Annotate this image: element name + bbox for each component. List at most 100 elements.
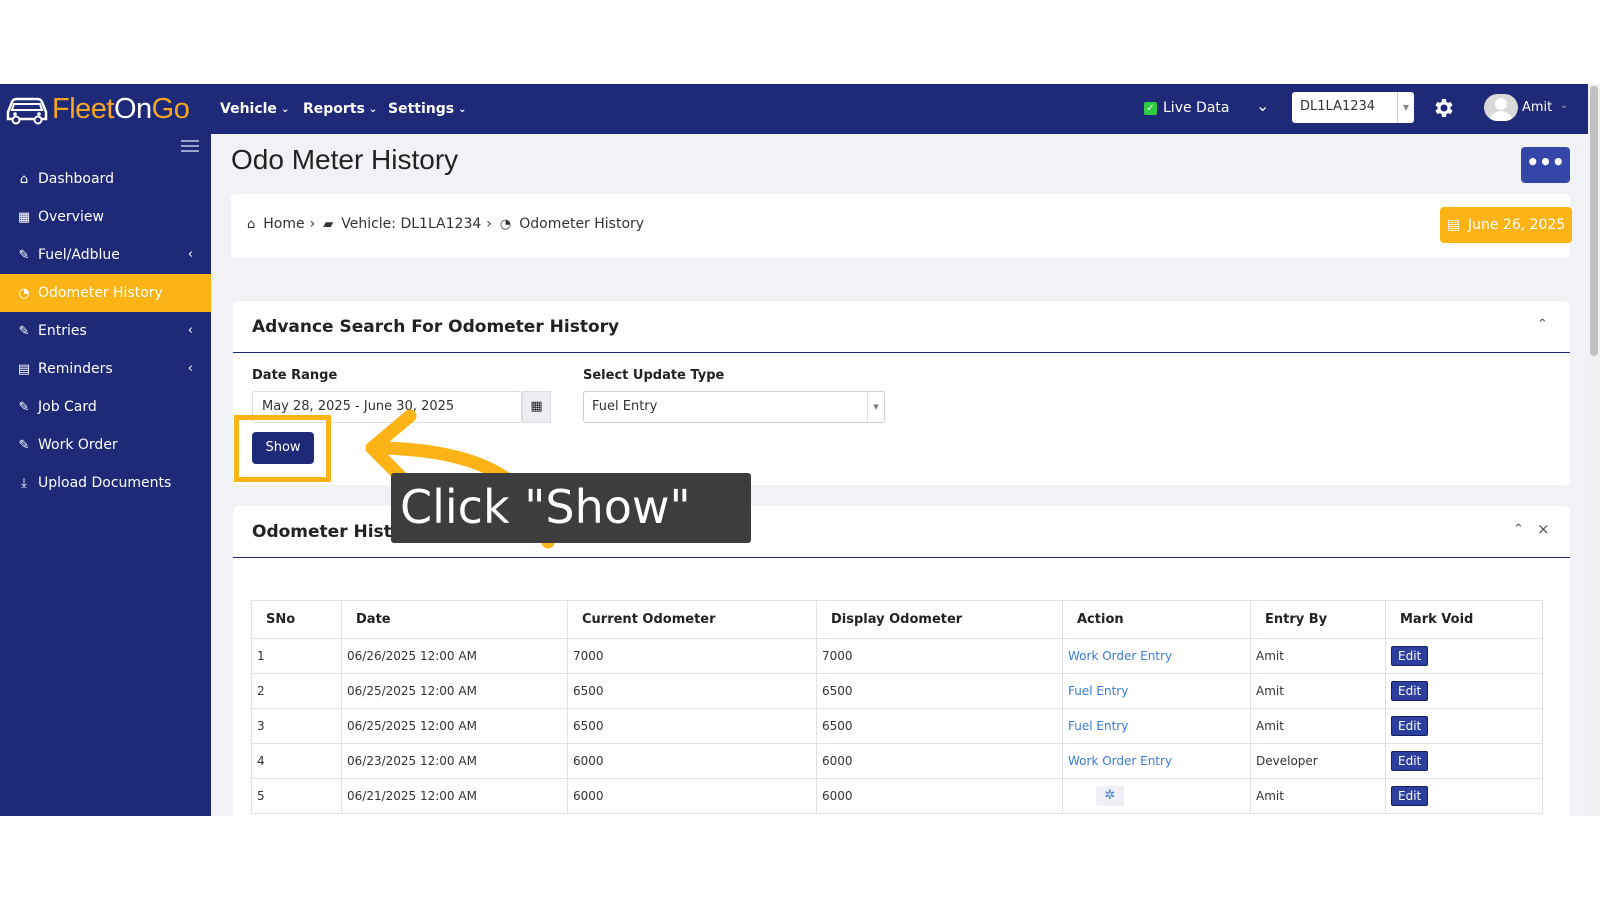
cell-sno: 4 <box>251 743 342 779</box>
cell-display-odometer: 6500 <box>816 673 1063 709</box>
action-link[interactable]: Fuel Entry <box>1068 719 1128 733</box>
table-header-row: SNo Date Current Odometer Display Odomet… <box>251 600 1543 639</box>
sidebar-item-fuel-adblue[interactable]: ✎ Fuel/Adblue ‹ <box>0 236 211 274</box>
column-header[interactable]: Entry By <box>1250 600 1386 639</box>
sidebar-item-entries[interactable]: ✎ Entries ‹ <box>0 312 211 350</box>
column-header[interactable]: Action <box>1062 600 1251 639</box>
edit-button[interactable]: Edit <box>1391 681 1429 701</box>
gear-icon[interactable] <box>1432 96 1456 120</box>
chevron-down-icon[interactable]: ⌄ <box>1560 100 1568 111</box>
more-options-button[interactable]: ••• <box>1521 147 1570 183</box>
sidebar-item-reminders[interactable]: ▤ Reminders ‹ <box>0 350 211 388</box>
dropdown-arrow-icon: ▼ <box>1397 92 1414 123</box>
sidebar-item-label: Fuel/Adblue <box>38 247 120 263</box>
edit-icon: ✎ <box>18 247 30 263</box>
cell-current-odometer: 6500 <box>567 673 817 709</box>
chevron-left-icon: ‹ <box>187 361 193 376</box>
chevron-down-icon: ⌄ <box>458 103 467 115</box>
cell-current-odometer: 6000 <box>567 743 817 779</box>
page-title: Odo Meter History <box>231 144 459 175</box>
scrollbar-thumb[interactable] <box>1590 86 1598 356</box>
breadcrumb-card: ⌂ Home › ▰ Vehicle: DL1LA1234 › ◔ Odomet… <box>231 194 1572 258</box>
sidebar-item-job-card[interactable]: ✎ Job Card <box>0 388 211 426</box>
calendar-icon: ▤ <box>1446 217 1460 233</box>
action-link[interactable]: Work Order Entry <box>1068 649 1172 663</box>
chevron-left-icon: ‹ <box>187 323 193 338</box>
column-header[interactable]: Mark Void <box>1385 600 1543 639</box>
cell-sno: 5 <box>251 778 342 814</box>
edit-button[interactable]: Edit <box>1391 751 1429 771</box>
sidebar-item-dashboard[interactable]: ⌂ Dashboard <box>0 160 211 198</box>
cell-display-odometer: 6500 <box>816 708 1063 744</box>
edit-button[interactable]: Edit <box>1391 716 1429 736</box>
avatar[interactable] <box>1484 94 1518 121</box>
edit-button[interactable]: Edit <box>1391 646 1429 666</box>
chevron-up-icon[interactable]: ⌃ <box>1537 317 1548 332</box>
column-header[interactable]: SNo <box>251 600 342 639</box>
chevron-down-icon: ⌄ <box>368 103 378 115</box>
sidebar-item-overview[interactable]: ▦ Overview <box>0 198 211 236</box>
chevron-down-icon[interactable]: ⌄ <box>1256 96 1269 115</box>
truck-icon: ▰ <box>323 216 334 232</box>
edit-button[interactable]: Edit <box>1391 786 1429 806</box>
column-header[interactable]: Display Odometer <box>816 600 1063 639</box>
menu-reports[interactable]: Reports ⌄ <box>303 84 377 134</box>
download-icon: ⤓ <box>21 475 27 491</box>
cell-entry-by: Amit <box>1250 638 1386 674</box>
action-link[interactable]: Work Order Entry <box>1068 754 1172 768</box>
sidebar-item-label: Overview <box>38 209 104 225</box>
gear-icon[interactable]: ✲ <box>1096 786 1124 806</box>
vehicle-select[interactable]: DL1LA1234 ▼ <box>1292 92 1414 123</box>
hamburger-menu-icon[interactable] <box>181 140 199 155</box>
edit-icon: ✎ <box>18 399 30 415</box>
sidebar-item-work-order[interactable]: ✎ Work Order <box>0 426 211 464</box>
table-row: 1 06/26/2025 12:00 AM 7000 7000 Work Ord… <box>251 638 1543 674</box>
update-type-select[interactable]: Fuel Entry ▼ <box>583 391 885 423</box>
update-type-value: Fuel Entry <box>592 399 658 414</box>
odometer-history-card: Odometer History ⌃ × SNo Date Current Od… <box>233 506 1570 816</box>
breadcrumb-vehicle[interactable]: Vehicle: DL1LA1234 <box>341 216 481 232</box>
chevron-left-icon: ‹ <box>187 247 193 262</box>
odometer-history-table: SNo Date Current Odometer Display Odomet… <box>251 600 1543 814</box>
calendar-icon: ▤ <box>17 361 31 377</box>
column-header[interactable]: Current Odometer <box>567 600 817 639</box>
menu-settings[interactable]: Settings ⌄ <box>388 84 466 134</box>
menu-vehicle[interactable]: Vehicle ⌄ <box>220 84 289 134</box>
cell-entry-by: Amit <box>1250 673 1386 709</box>
sidebar-item-odometer-history[interactable]: ◔ Odometer History <box>0 274 211 312</box>
cell-entry-by: Amit <box>1250 778 1386 814</box>
cell-date: 06/25/2025 12:00 AM <box>341 708 568 744</box>
column-header[interactable]: Date <box>341 600 568 639</box>
live-data-toggle[interactable]: ✓ Live Data <box>1144 100 1229 116</box>
cell-sno: 2 <box>251 673 342 709</box>
app-frame: FleetOnGo Vehicle ⌄ Reports ⌄ Settings ⌄ ✓ … <box>0 84 1600 816</box>
action-link[interactable]: Fuel Entry <box>1068 684 1128 698</box>
cell-current-odometer: 6500 <box>567 708 817 744</box>
user-name[interactable]: Amit <box>1522 100 1552 115</box>
cell-current-odometer: 6000 <box>567 778 817 814</box>
grid-icon: ▦ <box>17 209 31 225</box>
menu-settings-label: Settings <box>388 101 455 117</box>
cell-display-odometer: 7000 <box>816 638 1063 674</box>
close-icon[interactable]: × <box>1537 520 1550 538</box>
cell-entry-by: Amit <box>1250 708 1386 744</box>
live-data-label: Live Data <box>1163 100 1230 116</box>
page-scrollbar[interactable] <box>1588 84 1600 816</box>
cell-sno: 3 <box>251 708 342 744</box>
cell-date: 06/26/2025 12:00 AM <box>341 638 568 674</box>
checkbox-checked-icon[interactable]: ✓ <box>1144 101 1157 115</box>
date-badge-button[interactable]: ▤ June 26, 2025 <box>1440 207 1572 243</box>
cell-date: 06/21/2025 12:00 AM <box>341 778 568 814</box>
show-button[interactable]: Show <box>252 432 314 464</box>
breadcrumb-home[interactable]: Home <box>263 216 304 232</box>
sidebar: ⌂ Dashboard ▦ Overview ✎ Fuel/Adblue ‹ ◔… <box>0 134 211 816</box>
dashboard-gauge-icon: ◔ <box>18 285 30 301</box>
cell-sno: 1 <box>251 638 342 674</box>
chevron-up-icon[interactable]: ⌃ <box>1513 522 1524 537</box>
sidebar-item-upload-documents[interactable]: ⤓ Upload Documents <box>0 464 211 502</box>
cell-display-odometer: 6000 <box>816 743 1063 779</box>
fleetongo-logo[interactable]: FleetOnGo <box>4 90 190 128</box>
cell-date: 06/25/2025 12:00 AM <box>341 673 568 709</box>
table-row: 3 06/25/2025 12:00 AM 6500 6500 Fuel Ent… <box>251 708 1543 744</box>
logo-text: FleetOnGo <box>52 92 190 125</box>
